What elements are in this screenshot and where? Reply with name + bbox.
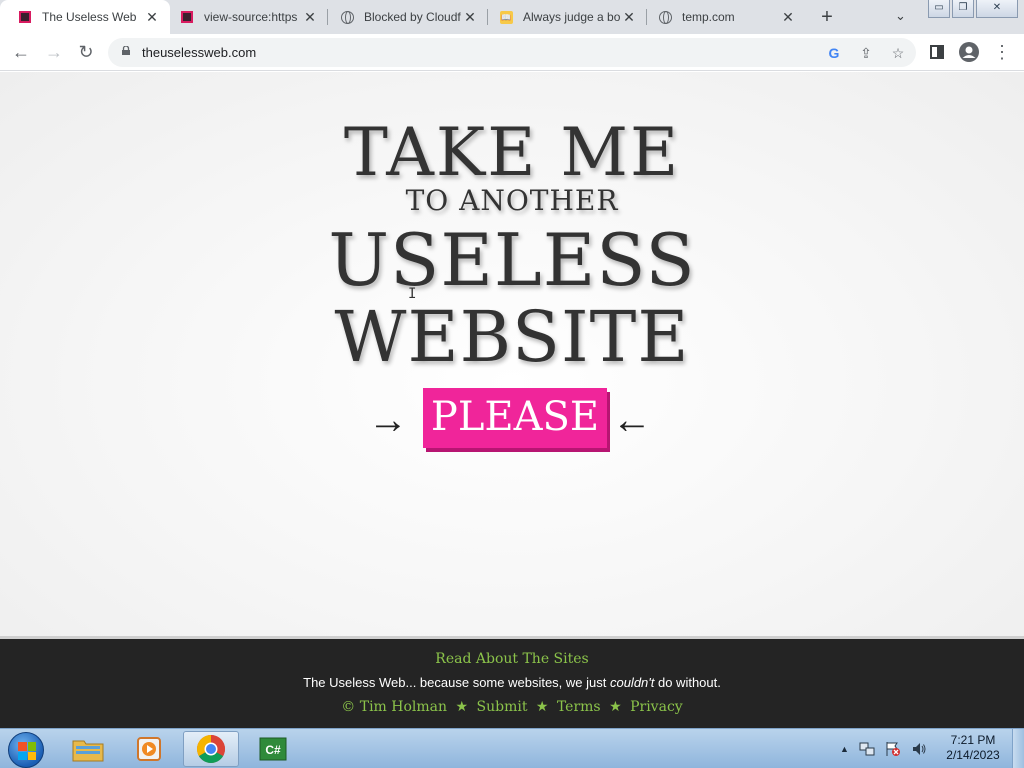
footer-link-privacy[interactable]: Privacy bbox=[630, 699, 683, 715]
bookmark-star-icon[interactable]: ☆ bbox=[888, 43, 908, 63]
headline-useless: USELESS bbox=[328, 218, 696, 302]
tab-title: The Useless Web bbox=[42, 10, 137, 24]
taskbar-csharp[interactable]: C# bbox=[246, 731, 302, 767]
close-window-button[interactable]: ✕ bbox=[976, 0, 1018, 18]
tray-expand-icon[interactable]: ▲ bbox=[840, 744, 849, 754]
globe-icon bbox=[340, 10, 354, 24]
taskbar-media-player[interactable] bbox=[122, 731, 178, 767]
footer-separator: ★ bbox=[455, 699, 469, 715]
reload-button[interactable]: ↻ bbox=[74, 40, 98, 64]
taskbar-explorer[interactable] bbox=[60, 731, 116, 767]
tab-view-source[interactable]: view-source:https ✕ bbox=[162, 0, 328, 34]
read-about-sites-link[interactable]: Read About The Sites bbox=[0, 651, 1024, 667]
footer-link-submit[interactable]: Submit bbox=[477, 699, 528, 715]
tab-title: Always judge a bo bbox=[523, 10, 621, 24]
tab-useless-web[interactable]: The Useless Web ✕ bbox=[0, 0, 170, 34]
side-panel-icon[interactable] bbox=[925, 40, 949, 64]
right-arrow-icon: → bbox=[368, 398, 408, 442]
tab-temp[interactable]: temp.com ✕ bbox=[640, 0, 806, 34]
start-button[interactable] bbox=[8, 732, 44, 768]
system-tray: ▲ bbox=[840, 729, 927, 768]
taskbar-clock[interactable]: 7:21 PM 2/14/2023 bbox=[940, 733, 1006, 763]
clock-date: 2/14/2023 bbox=[946, 748, 1000, 762]
tagline-suffix: do without. bbox=[654, 675, 721, 690]
back-button[interactable]: ← bbox=[9, 40, 33, 64]
windows-taskbar: C# ▲ 7:21 PM 2/14/2023 bbox=[0, 728, 1024, 768]
address-text[interactable]: theuselessweb.com bbox=[142, 45, 256, 60]
folder-icon bbox=[72, 740, 104, 762]
footer-separator: ★ bbox=[609, 699, 622, 715]
headline-website: WEBSITE bbox=[334, 296, 690, 378]
chrome-menu-icon[interactable]: ⋮ bbox=[990, 40, 1014, 64]
volume-icon[interactable] bbox=[911, 741, 927, 757]
close-tab-icon[interactable]: ✕ bbox=[462, 9, 478, 26]
profile-avatar[interactable] bbox=[957, 40, 981, 64]
book-favicon: 📖 bbox=[499, 10, 513, 24]
tab-blocked-cloudflare[interactable]: Blocked by Cloudf ✕ bbox=[322, 0, 488, 34]
tab-always-judge[interactable]: 📖 Always judge a bo ✕ bbox=[481, 0, 647, 34]
csharp-icon: C# bbox=[259, 737, 287, 761]
media-player-icon bbox=[137, 737, 161, 761]
restore-button[interactable]: ❐ bbox=[952, 0, 974, 18]
tab-search-icon[interactable]: ⌄ bbox=[895, 8, 906, 24]
google-lens-icon[interactable]: G bbox=[824, 43, 844, 63]
lock-icon[interactable] bbox=[122, 46, 130, 55]
close-tab-icon[interactable]: ✕ bbox=[144, 9, 160, 26]
close-tab-icon[interactable]: ✕ bbox=[621, 9, 637, 26]
windows-logo-icon bbox=[18, 742, 36, 760]
close-tab-icon[interactable]: ✕ bbox=[780, 9, 796, 26]
show-desktop-button[interactable] bbox=[1012, 729, 1024, 768]
useless-web-favicon bbox=[180, 10, 194, 24]
svg-text:C#: C# bbox=[265, 743, 281, 757]
please-button[interactable]: PLEASE bbox=[423, 388, 607, 448]
tab-title: temp.com bbox=[682, 10, 735, 24]
useless-web-favicon bbox=[18, 10, 32, 24]
footer-tagline: The Useless Web... because some websites… bbox=[0, 675, 1024, 690]
close-tab-icon[interactable]: ✕ bbox=[302, 9, 318, 26]
tab-title: view-source:https bbox=[204, 10, 298, 24]
useless-web-page: TAKE ME TO ANOTHER USELESS WEBSITE → PLE… bbox=[0, 72, 1024, 636]
footer-separator: ★ bbox=[535, 699, 549, 715]
site-footer: Read About The Sites The Useless Web... … bbox=[0, 636, 1024, 728]
network-icon[interactable] bbox=[859, 741, 875, 757]
chrome-icon bbox=[197, 735, 225, 763]
forward-button[interactable]: → bbox=[42, 40, 66, 64]
headline-take-me: TAKE ME bbox=[343, 114, 681, 191]
tab-title: Blocked by Cloudf bbox=[364, 10, 461, 24]
headline-to-another: TO ANOTHER bbox=[405, 184, 619, 217]
clock-time: 7:21 PM bbox=[950, 733, 996, 747]
tagline-prefix: The Useless Web... because some websites… bbox=[303, 675, 610, 690]
taskbar-chrome[interactable] bbox=[183, 731, 239, 767]
tagline-emphasis: couldn't bbox=[609, 675, 655, 690]
globe-icon bbox=[658, 10, 672, 24]
footer-link-author[interactable]: © Tim Holman bbox=[341, 699, 447, 715]
share-icon[interactable]: ⇪ bbox=[856, 43, 876, 63]
new-tab-button[interactable]: + bbox=[816, 6, 838, 28]
browser-toolbar: ← → ↻ theuselessweb.com G ⇪ ☆ ⋮ bbox=[0, 34, 1024, 71]
text-cursor-icon: I bbox=[408, 286, 417, 302]
address-bar[interactable]: theuselessweb.com G ⇪ ☆ bbox=[108, 38, 916, 67]
left-arrow-icon: ← bbox=[612, 398, 652, 442]
action-center-flag-icon[interactable] bbox=[885, 741, 901, 757]
footer-links: © Tim Holman ★ Submit ★ Terms ★ Privacy bbox=[0, 699, 1024, 715]
minimize-button[interactable]: ▭ bbox=[928, 0, 950, 18]
tab-strip: The Useless Web ✕ view-source:https ✕ Bl… bbox=[0, 0, 1024, 34]
footer-link-terms[interactable]: Terms bbox=[557, 699, 601, 715]
